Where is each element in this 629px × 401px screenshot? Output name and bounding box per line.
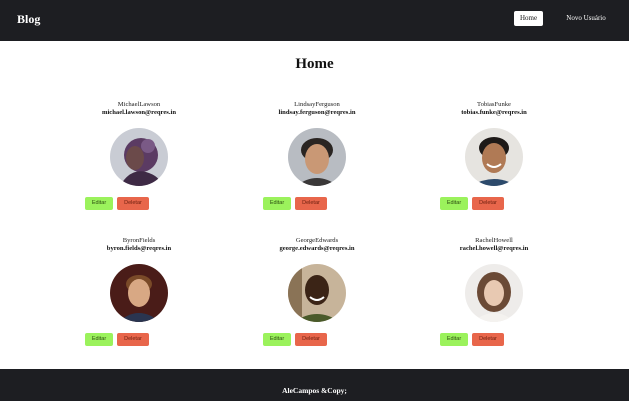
user-name: LindsayFerguson: [294, 101, 340, 108]
delete-button[interactable]: Deletar: [117, 333, 149, 346]
user-avatar: [465, 128, 523, 186]
edit-button[interactable]: Editar: [263, 197, 291, 210]
edit-button[interactable]: Editar: [263, 333, 291, 346]
nav-home-button[interactable]: Home: [514, 11, 543, 26]
brand-logo[interactable]: Blog: [17, 12, 40, 27]
edit-button[interactable]: Editar: [440, 197, 468, 210]
user-card: RachelHowell rachel.howell@reqres.in Edi…: [414, 237, 574, 349]
user-avatar: [288, 128, 346, 186]
user-name: RachelHowell: [475, 237, 513, 244]
delete-button[interactable]: Deletar: [472, 197, 504, 210]
delete-button[interactable]: Deletar: [117, 197, 149, 210]
nav-new-user-link[interactable]: Novo Usuário: [558, 11, 614, 26]
user-email: lindsay.ferguson@reqres.in: [278, 109, 356, 116]
user-avatar: [110, 264, 168, 322]
user-name: TobiasFunke: [477, 101, 511, 108]
user-avatar: [465, 264, 523, 322]
footer-text: AleCampos &Copy;: [282, 386, 347, 395]
delete-button[interactable]: Deletar: [295, 333, 327, 346]
user-card: TobiasFunke tobias.funke@reqres.in Edita…: [414, 101, 574, 213]
edit-button[interactable]: Editar: [85, 197, 113, 210]
user-email: george.edwards@reqres.in: [279, 245, 355, 252]
footer: AleCampos &Copy;: [0, 369, 629, 401]
delete-button[interactable]: Deletar: [295, 197, 327, 210]
user-name: GeorgeEdwards: [295, 237, 339, 244]
user-card: ByronFields byron.fields@reqres.in Edita…: [59, 237, 219, 349]
user-name: MichaelLawson: [117, 101, 161, 108]
edit-button[interactable]: Editar: [85, 333, 113, 346]
user-card: MichaelLawson michael.lawson@reqres.in E…: [59, 101, 219, 213]
user-email: tobias.funke@reqres.in: [461, 109, 527, 116]
user-avatar: [110, 128, 168, 186]
top-navbar: Blog Home Novo Usuário: [0, 0, 629, 41]
user-avatar: [288, 264, 346, 322]
user-card: GeorgeEdwards george.edwards@reqres.in E…: [237, 237, 397, 349]
user-email: michael.lawson@reqres.in: [101, 109, 177, 116]
delete-button[interactable]: Deletar: [472, 333, 504, 346]
edit-button[interactable]: Editar: [440, 333, 468, 346]
user-name: ByronFields: [122, 237, 156, 244]
page-title: Home: [295, 56, 334, 72]
user-email: byron.fields@reqres.in: [106, 245, 172, 252]
user-email: rachel.howell@reqres.in: [459, 245, 529, 252]
user-card: LindsayFerguson lindsay.ferguson@reqres.…: [237, 101, 397, 213]
